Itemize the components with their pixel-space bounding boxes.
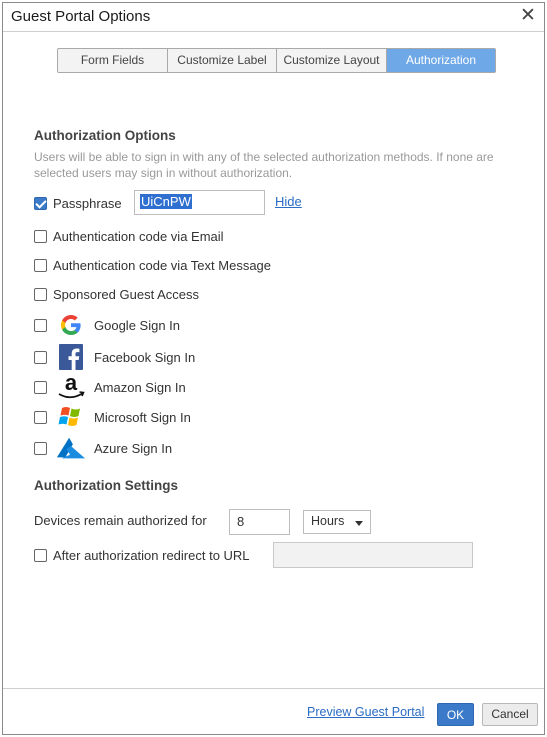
preview-guest-portal-link[interactable]: Preview Guest Portal bbox=[307, 705, 424, 719]
passphrase-value: UiCnPW bbox=[140, 194, 192, 209]
sms-code-checkbox[interactable] bbox=[34, 258, 47, 272]
facebook-sign-in-label: Facebook Sign In bbox=[94, 349, 196, 365]
facebook-icon bbox=[56, 343, 86, 371]
sponsored-guest-row: Sponsored Guest Access bbox=[34, 284, 199, 304]
chevron-down-icon bbox=[355, 521, 363, 526]
amazon-icon: a bbox=[56, 372, 86, 401]
dialog-title: Guest Portal Options bbox=[11, 8, 151, 25]
svg-text:a: a bbox=[65, 372, 78, 395]
authorization-options-heading: Authorization Options bbox=[34, 128, 176, 143]
email-code-row: Authentication code via Email bbox=[34, 226, 224, 246]
sponsored-guest-label: Sponsored Guest Access bbox=[53, 286, 199, 302]
azure-icon bbox=[56, 434, 86, 462]
microsoft-sign-in-row: Microsoft Sign In bbox=[34, 407, 191, 427]
passphrase-checkbox[interactable] bbox=[34, 196, 47, 210]
amazon-sign-in-checkbox[interactable] bbox=[34, 380, 47, 394]
duration-unit-value: Hours bbox=[311, 514, 345, 528]
redirect-label: After authorization redirect to URL bbox=[53, 547, 250, 563]
facebook-sign-in-row: Facebook Sign In bbox=[34, 344, 196, 370]
guest-portal-options-dialog: Guest Portal Options ✕ Form Fields Custo… bbox=[2, 2, 545, 735]
amazon-sign-in-row: a Amazon Sign In bbox=[34, 372, 186, 399]
passphrase-label: Passphrase bbox=[53, 195, 122, 211]
authorization-settings-heading: Authorization Settings bbox=[34, 478, 178, 493]
passphrase-row: Passphrase bbox=[34, 193, 122, 213]
devices-remain-label: Devices remain authorized for bbox=[34, 513, 207, 528]
redirect-row: After authorization redirect to URL bbox=[34, 545, 250, 565]
google-sign-in-checkbox[interactable] bbox=[34, 318, 47, 332]
hide-passphrase-link[interactable]: Hide bbox=[275, 194, 302, 209]
microsoft-sign-in-label: Microsoft Sign In bbox=[94, 409, 191, 425]
microsoft-icon bbox=[56, 403, 86, 431]
cancel-button[interactable]: Cancel bbox=[482, 703, 538, 726]
sms-code-label: Authentication code via Text Message bbox=[53, 257, 272, 273]
tab-form-fields[interactable]: Form Fields bbox=[58, 49, 168, 72]
sms-code-row: Authentication code via Text Message bbox=[34, 255, 271, 275]
facebook-sign-in-checkbox[interactable] bbox=[34, 350, 47, 364]
google-sign-in-label: Google Sign In bbox=[94, 317, 181, 333]
microsoft-sign-in-checkbox[interactable] bbox=[34, 410, 47, 424]
email-code-label: Authentication code via Email bbox=[53, 228, 224, 244]
devices-duration-input[interactable]: 8 bbox=[229, 509, 290, 535]
google-sign-in-row: Google Sign In bbox=[34, 315, 180, 335]
tab-customize-label[interactable]: Customize Label bbox=[168, 49, 277, 72]
duration-unit-select[interactable]: Hours bbox=[303, 510, 371, 534]
google-icon bbox=[56, 311, 86, 339]
authorization-options-description: Users will be able to sign in with any o… bbox=[34, 150, 494, 180]
azure-sign-in-label: Azure Sign In bbox=[94, 440, 173, 456]
redirect-url-input[interactable] bbox=[273, 542, 473, 568]
ok-button[interactable]: OK bbox=[437, 703, 474, 726]
email-code-checkbox[interactable] bbox=[34, 229, 47, 243]
dialog-titlebar: Guest Portal Options ✕ bbox=[3, 3, 544, 32]
tab-bar: Form Fields Customize Label Customize La… bbox=[57, 48, 496, 73]
amazon-sign-in-label: Amazon Sign In bbox=[94, 379, 186, 395]
tab-authorization[interactable]: Authorization bbox=[387, 49, 495, 72]
tab-customize-layout[interactable]: Customize Layout bbox=[277, 49, 387, 72]
azure-sign-in-row: Azure Sign In bbox=[34, 437, 173, 459]
redirect-checkbox[interactable] bbox=[34, 548, 47, 562]
close-icon[interactable]: ✕ bbox=[518, 5, 538, 27]
azure-sign-in-checkbox[interactable] bbox=[34, 441, 47, 455]
passphrase-input[interactable]: UiCnPW bbox=[134, 190, 265, 215]
sponsored-guest-checkbox[interactable] bbox=[34, 287, 47, 301]
dialog-footer: Preview Guest Portal OK Cancel bbox=[3, 688, 544, 734]
